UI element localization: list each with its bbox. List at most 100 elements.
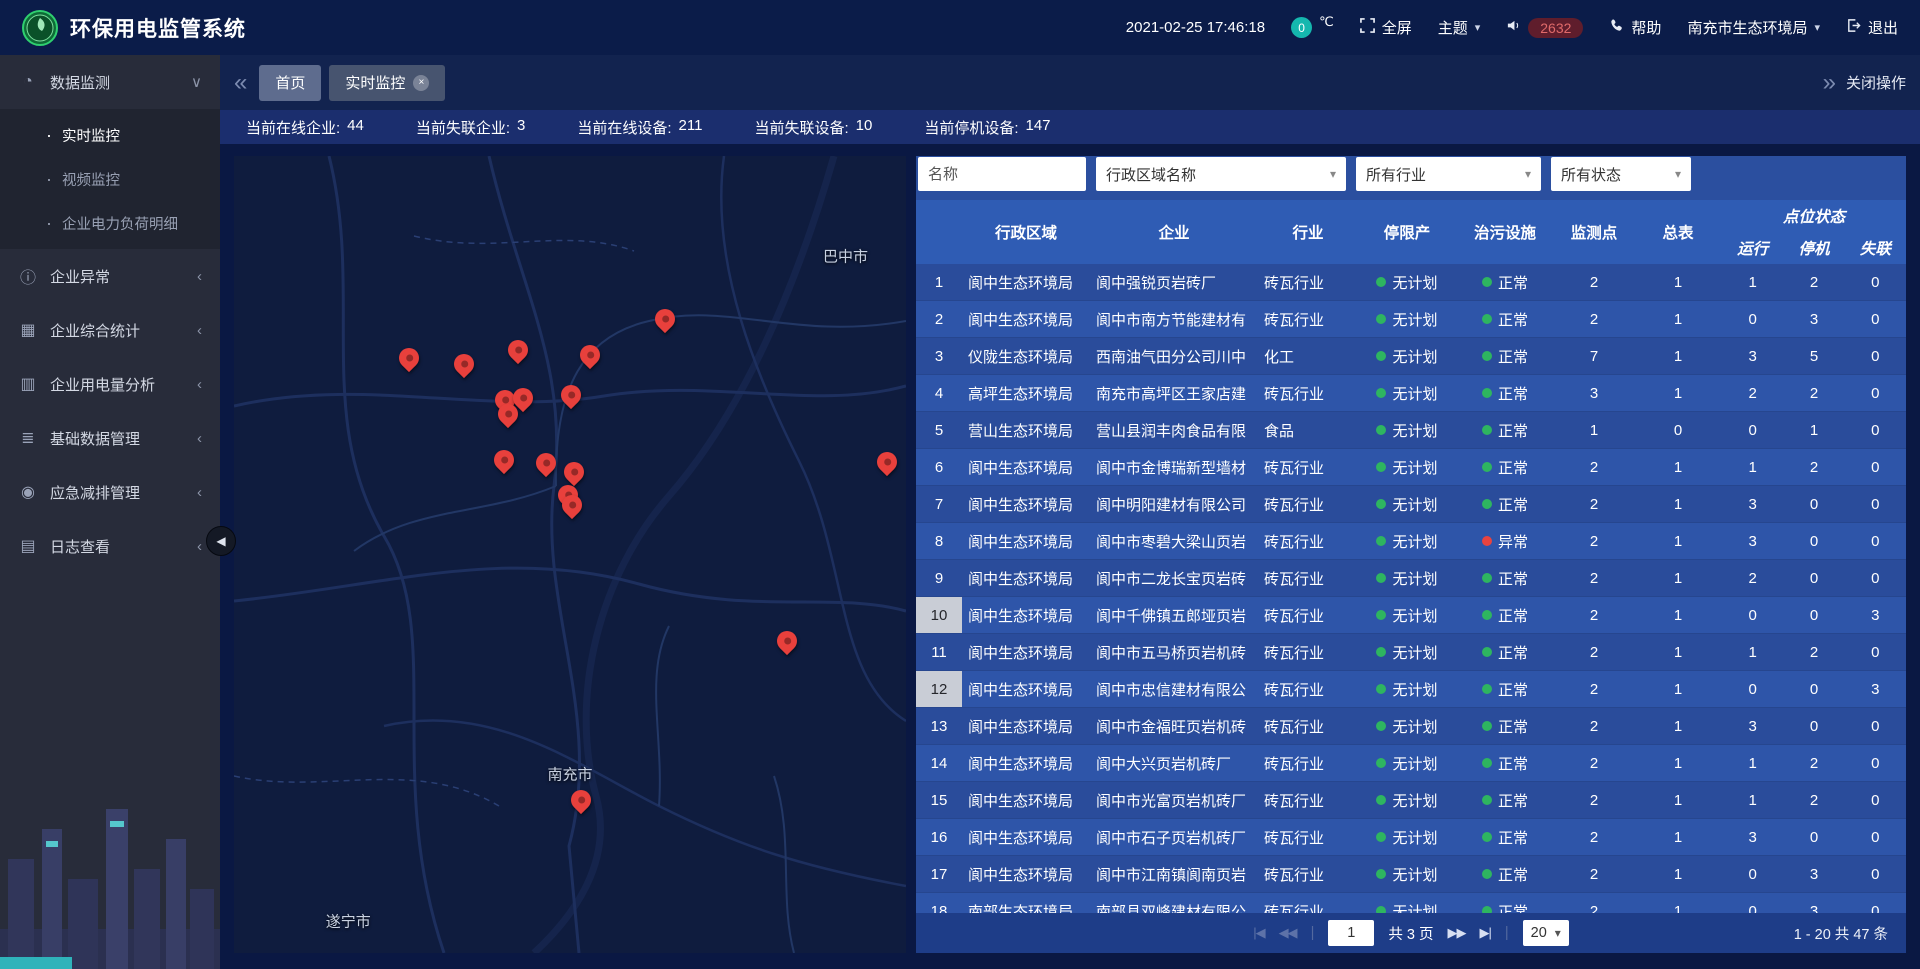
- industry-filter-select[interactable]: 所有行业 ▾: [1356, 157, 1541, 191]
- org-dropdown[interactable]: 南充市生态环境局 ▾: [1687, 17, 1820, 38]
- sidebar-item[interactable]: ·企业电力负荷明细: [0, 201, 220, 245]
- table-row[interactable]: 18南部生态环境局南部县双峰建材有限公砖瓦行业无计划正常21030: [916, 893, 1906, 913]
- cell-region: 阆中生态环境局: [962, 782, 1090, 818]
- status-filter-select[interactable]: 所有状态 ▾: [1551, 157, 1691, 191]
- table-row[interactable]: 11阆中生态环境局阆中市五马桥页岩机砖砖瓦行业无计划正常21120: [916, 634, 1906, 671]
- cell-run: 1: [1722, 745, 1783, 781]
- stats-icon: ▦: [18, 320, 38, 340]
- table-row[interactable]: 10阆中生态环境局阆中千佛镇五郎垭页岩砖瓦行业无计划正常21003: [916, 597, 1906, 634]
- prev-page-button[interactable]: ◀◀: [1279, 925, 1297, 941]
- fullscreen-button[interactable]: 全屏: [1360, 17, 1412, 38]
- next-page-button[interactable]: ▶▶: [1447, 925, 1465, 941]
- map-pin[interactable]: [536, 453, 556, 473]
- tab-首页[interactable]: 首页: [259, 65, 321, 101]
- status-dot-icon: [1482, 277, 1492, 287]
- close-operations-button[interactable]: 关闭操作: [1846, 72, 1906, 93]
- cell-facility: 正常: [1456, 412, 1554, 448]
- cell-facility: 正常: [1456, 893, 1554, 913]
- cell-facility: 正常: [1456, 338, 1554, 374]
- cell-points: 2: [1554, 893, 1634, 913]
- map-pin[interactable]: [877, 452, 897, 472]
- cell-run: 0: [1722, 856, 1783, 892]
- stat-label: 当前在线设备:: [577, 117, 671, 138]
- stat-label: 当前停机设备:: [924, 117, 1018, 138]
- row-number: 17: [916, 856, 962, 892]
- cell-industry: 砖瓦行业: [1258, 893, 1358, 913]
- sidebar-group[interactable]: ▦企业综合统计‹: [0, 303, 220, 357]
- table-row[interactable]: 4高坪生态环境局南充市高坪区王家店建砖瓦行业无计划正常31220: [916, 375, 1906, 412]
- map-pin[interactable]: [508, 340, 528, 360]
- sidebar-item[interactable]: ·视频监控: [0, 157, 220, 201]
- sidebar-group[interactable]: ▥企业用电量分析‹: [0, 357, 220, 411]
- sidebar-item[interactable]: ·实时监控: [0, 113, 220, 157]
- sidebar-group[interactable]: ◉应急减排管理‹: [0, 465, 220, 519]
- map-pin[interactable]: [564, 462, 584, 482]
- col-region: 行政区域: [962, 200, 1090, 264]
- cell-stop: 2: [1783, 264, 1844, 300]
- table-row[interactable]: 14阆中生态环境局阆中大兴页岩机砖厂砖瓦行业无计划正常21120: [916, 745, 1906, 782]
- cell-industry: 砖瓦行业: [1258, 486, 1358, 522]
- filter-bar: 行政区域名称 ▾ 所有行业 ▾ 所有状态 ▾: [916, 156, 1906, 192]
- last-page-button[interactable]: ▶|: [1479, 925, 1490, 941]
- page-input[interactable]: 1: [1328, 920, 1374, 946]
- table-row[interactable]: 6阆中生态环境局阆中市金博瑞新型墙材砖瓦行业无计划正常21120: [916, 449, 1906, 486]
- close-icon[interactable]: ×: [413, 75, 429, 91]
- table-row[interactable]: 7阆中生态环境局阆中明阳建材有限公司砖瓦行业无计划正常21300: [916, 486, 1906, 523]
- table-row[interactable]: 12阆中生态环境局阆中市忠信建材有限公砖瓦行业无计划正常21003: [916, 671, 1906, 708]
- map-pin[interactable]: [580, 345, 600, 365]
- cell-stop: 1: [1783, 412, 1844, 448]
- row-number: 13: [916, 708, 962, 744]
- tabs-scroll-left-button[interactable]: «: [234, 71, 247, 95]
- map-pin[interactable]: [454, 354, 474, 374]
- cell-run: 0: [1722, 671, 1783, 707]
- table-row[interactable]: 2阆中生态环境局阆中市南方节能建材有砖瓦行业无计划正常21030: [916, 301, 1906, 338]
- region-filter-select[interactable]: 行政区域名称 ▾: [1096, 157, 1346, 191]
- name-filter-input[interactable]: [918, 157, 1086, 191]
- app-root: 环保用电监管系统 2021-02-25 17:46:18 0 ℃ 全屏 主题 ▾: [0, 0, 1920, 969]
- row-number: 14: [916, 745, 962, 781]
- cell-meter: 1: [1634, 264, 1722, 300]
- map-pin[interactable]: [655, 309, 675, 329]
- table-row[interactable]: 8阆中生态环境局阆中市枣碧大梁山页岩砖瓦行业无计划异常21300: [916, 523, 1906, 560]
- map-pin[interactable]: [571, 790, 591, 810]
- table-row[interactable]: 15阆中生态环境局阆中市光富页岩机砖厂砖瓦行业无计划正常21120: [916, 782, 1906, 819]
- table-row[interactable]: 9阆中生态环境局阆中市二龙长宝页岩砖砖瓦行业无计划正常21200: [916, 560, 1906, 597]
- cell-facility: 正常: [1456, 745, 1554, 781]
- map-canvas[interactable]: 巴中市南充市遂宁市: [234, 156, 906, 953]
- pin-icon: [558, 490, 586, 518]
- logout-button[interactable]: 退出: [1846, 17, 1898, 38]
- logout-icon: [1846, 18, 1861, 37]
- sidebar-group[interactable]: ≣基础数据管理‹: [0, 411, 220, 465]
- status-dot-icon: [1482, 758, 1492, 768]
- table-row[interactable]: 1阆中生态环境局阆中强锐页岩砖厂砖瓦行业无计划正常21120: [916, 264, 1906, 301]
- table-row[interactable]: 5营山生态环境局营山县润丰肉食品有限食品无计划正常10010: [916, 412, 1906, 449]
- sidebar-collapse-toggle[interactable]: ◀: [206, 526, 236, 556]
- alarm-widget[interactable]: 2632: [1506, 18, 1583, 38]
- map-pin[interactable]: [494, 450, 514, 470]
- cell-region: 阆中生态环境局: [962, 301, 1090, 337]
- sidebar-group[interactable]: ▤日志查看‹: [0, 519, 220, 573]
- map-pin[interactable]: [777, 631, 797, 651]
- page-size-select[interactable]: 20 ▾: [1523, 920, 1569, 946]
- cell-run: 3: [1722, 486, 1783, 522]
- sidebar-group[interactable]: ◔数据监测∨: [0, 55, 220, 109]
- cell-lost: 3: [1845, 671, 1906, 707]
- help-button[interactable]: 帮助: [1609, 17, 1661, 38]
- map-pin[interactable]: [498, 404, 518, 424]
- theme-dropdown[interactable]: 主题 ▾: [1438, 17, 1481, 38]
- first-page-button[interactable]: |◀: [1253, 925, 1264, 941]
- table-row[interactable]: 13阆中生态环境局阆中市金福旺页岩机砖砖瓦行业无计划正常21300: [916, 708, 1906, 745]
- map-pin[interactable]: [399, 348, 419, 368]
- tabs-scroll-right-button[interactable]: »: [1823, 71, 1836, 95]
- tab-实时监控[interactable]: 实时监控×: [329, 65, 445, 101]
- table-row[interactable]: 3仪陇生态环境局西南油气田分公司川中化工无计划正常71350: [916, 338, 1906, 375]
- status-dot-icon: [1482, 647, 1492, 657]
- sidebar-group[interactable]: ⓘ企业异常‹: [0, 249, 220, 303]
- cell-region: 阆中生态环境局: [962, 449, 1090, 485]
- table-row[interactable]: 17阆中生态环境局阆中市江南镇阆南页岩砖瓦行业无计划正常21030: [916, 856, 1906, 893]
- map-pin[interactable]: [561, 385, 581, 405]
- map-pin[interactable]: [562, 495, 582, 515]
- alert-icon: ◉: [18, 482, 38, 502]
- status-dot-icon: [1482, 721, 1492, 731]
- table-row[interactable]: 16阆中生态环境局阆中市石子页岩机砖厂砖瓦行业无计划正常21300: [916, 819, 1906, 856]
